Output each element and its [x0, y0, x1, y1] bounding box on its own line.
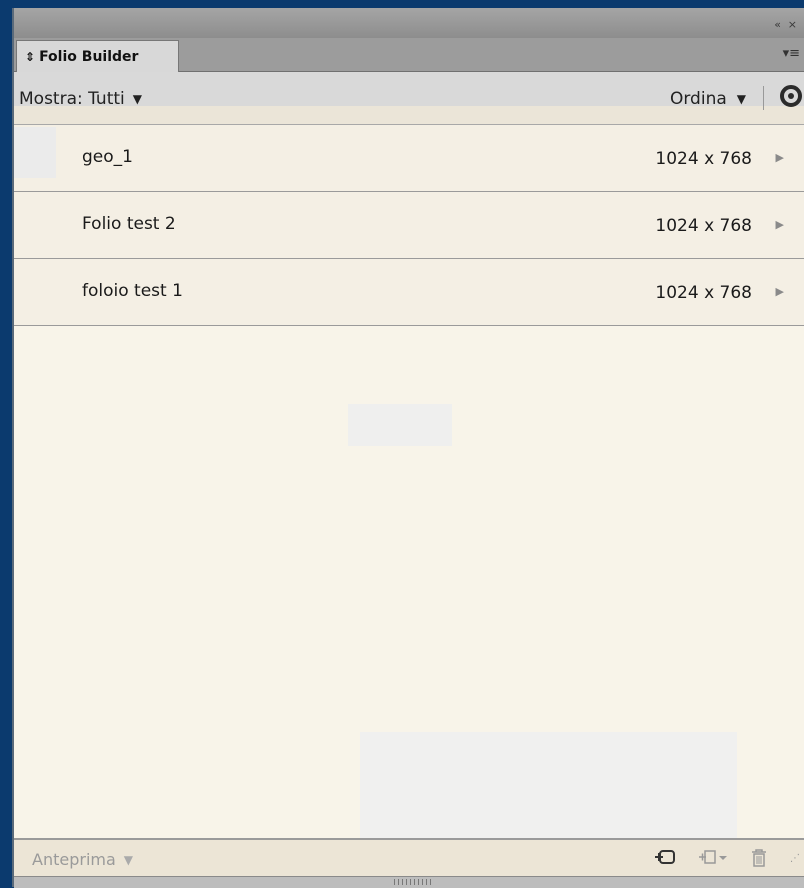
- panel-footer: Anteprima ▼ ⋰: [14, 838, 804, 878]
- chevron-right-icon[interactable]: ▶: [776, 218, 784, 231]
- folio-size: 1024 x 768: [655, 283, 752, 303]
- panel-menu-icon[interactable]: ▾≡: [783, 46, 800, 61]
- show-filter-dropdown[interactable]: Mostra: Tutti ▼: [19, 89, 142, 109]
- preview-dropdown[interactable]: Anteprima ▼: [32, 850, 133, 869]
- resize-grip-icon[interactable]: ⋰: [790, 853, 800, 864]
- tab-strip: ⇕ Folio Builder ▾≡: [14, 38, 804, 72]
- folio-toolbar: Mostra: Tutti ▼ Ordina ▼: [14, 72, 804, 125]
- show-filter-label: Mostra: Tutti: [19, 89, 125, 109]
- chevron-right-icon[interactable]: ▶: [776, 285, 784, 298]
- collapse-icon[interactable]: «: [774, 18, 782, 31]
- sort-dropdown[interactable]: Ordina ▼: [670, 89, 746, 109]
- tab-folio-builder[interactable]: ⇕ Folio Builder: [16, 40, 179, 72]
- folio-thumbnail: [14, 127, 56, 178]
- add-article-icon[interactable]: [698, 848, 728, 868]
- new-folio-icon-graphic: [655, 850, 675, 864]
- folio-name: geo_1: [82, 147, 133, 167]
- preview-label: Anteprima: [32, 850, 116, 869]
- add-article-icon-graphic: [699, 850, 727, 864]
- folio-name: Folio test 2: [82, 214, 176, 234]
- toolbar-divider: [763, 86, 764, 110]
- footer-tools: ⋰: [654, 848, 800, 868]
- empty-placeholder: [348, 404, 452, 446]
- chevron-down-icon: ▼: [736, 92, 746, 106]
- chevron-down-icon: ▼: [123, 852, 134, 867]
- list-item[interactable]: Folio test 2 1024 x 768 ▶: [14, 192, 804, 259]
- folio-name: foloio test 1: [82, 281, 183, 301]
- chevron-right-icon[interactable]: ▶: [776, 151, 784, 164]
- panel-titlebar[interactable]: « ×: [14, 8, 804, 39]
- target-icon[interactable]: [780, 85, 802, 107]
- close-icon[interactable]: ×: [788, 18, 798, 31]
- sort-label: Ordina: [669, 89, 727, 109]
- new-folio-icon[interactable]: [654, 848, 676, 868]
- chevron-down-icon: ▼: [132, 92, 142, 106]
- panel-status-bar: [14, 876, 804, 888]
- list-item[interactable]: geo_1 1024 x 768 ▶: [14, 125, 804, 192]
- folio-size: 1024 x 768: [655, 216, 752, 236]
- folio-size: 1024 x 768: [655, 149, 752, 169]
- expand-collapse-icon: ⇕: [25, 49, 36, 64]
- folio-builder-panel: « × ⇕ Folio Builder ▾≡ Mostra: Tutti ▼ O…: [12, 8, 804, 888]
- drag-handle[interactable]: [394, 879, 432, 885]
- trash-icon-graphic: [752, 849, 766, 867]
- list-item[interactable]: foloio test 1 1024 x 768 ▶: [14, 259, 804, 326]
- tab-label: Folio Builder: [39, 48, 139, 65]
- folio-list: geo_1 1024 x 768 ▶ Folio test 2 1024 x 7…: [14, 125, 804, 326]
- trash-icon[interactable]: [750, 848, 768, 868]
